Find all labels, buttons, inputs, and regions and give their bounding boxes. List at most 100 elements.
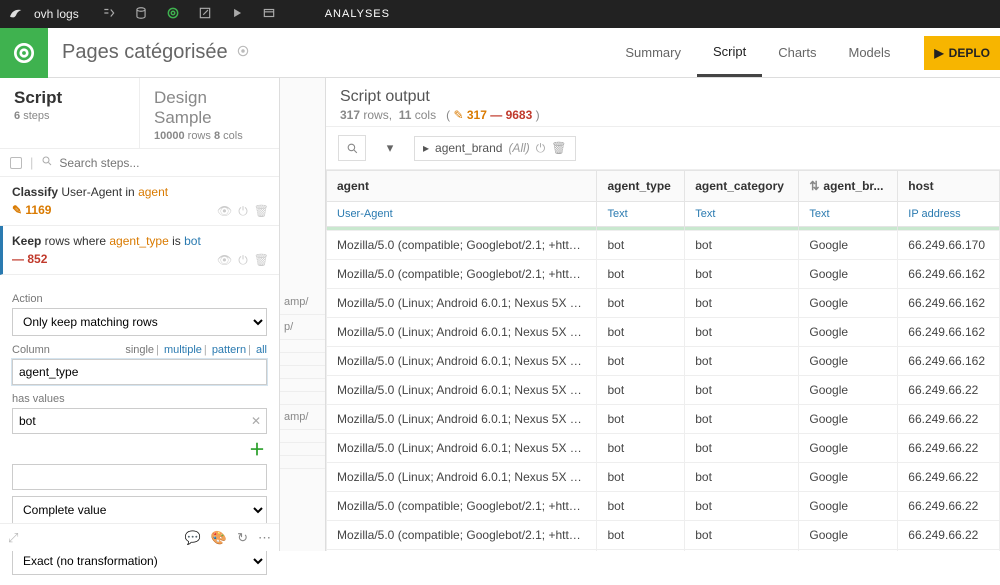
grid-search-button[interactable] — [338, 135, 366, 161]
link-pattern[interactable]: pattern — [212, 344, 246, 356]
cell[interactable]: 66.249.66.162 — [898, 260, 1000, 289]
tab-charts[interactable]: Charts — [762, 28, 832, 77]
col-agent-type[interactable]: agent_type — [597, 171, 685, 202]
expand-icon[interactable]: ⤢ — [8, 530, 18, 546]
table-row[interactable]: Mozilla/5.0 (Linux; Android 6.0.1; Nexus… — [327, 405, 1000, 434]
cell[interactable]: bot — [685, 405, 799, 434]
cell[interactable]: Mozilla/5.0 (Linux; Android 6.0.1; Nexus… — [327, 289, 597, 318]
norm-select[interactable]: Exact (no transformation) — [12, 547, 267, 575]
col-host[interactable]: host — [898, 171, 1000, 202]
search-steps-input[interactable] — [59, 156, 269, 170]
table-row[interactable]: Mozilla/5.0 (Linux; Android 6.0.1; Nexus… — [327, 376, 1000, 405]
cell[interactable]: bot — [597, 376, 685, 405]
cell[interactable]: bot — [597, 231, 685, 260]
cell[interactable]: bot — [685, 434, 799, 463]
tab-models[interactable]: Models — [833, 28, 907, 77]
column-input[interactable] — [12, 359, 267, 385]
cell[interactable]: 66.249.66.162 — [898, 318, 1000, 347]
link-all[interactable]: all — [256, 344, 267, 356]
cell[interactable]: Google — [799, 521, 898, 550]
cell[interactable]: Mozilla/5.0 (Linux; Android 6.0.1; Nexus… — [327, 347, 597, 376]
cell[interactable]: bot — [685, 347, 799, 376]
step-classify[interactable]: Classify User-Agent in agent ✎ 1169 👁 ⏻ … — [0, 177, 279, 226]
cell[interactable]: Google — [799, 260, 898, 289]
flow-icon[interactable] — [99, 6, 119, 23]
cell[interactable]: 66.249.66.22 — [898, 463, 1000, 492]
table-row[interactable]: Mozilla/5.0 (compatible; Googlebot/2.1; … — [327, 260, 1000, 289]
cell[interactable]: Mozilla/5.0 (compatible; Googlebot/2.1; … — [327, 492, 597, 521]
cell[interactable]: Google — [799, 231, 898, 260]
project-name[interactable]: ovh logs — [34, 7, 79, 21]
cell[interactable]: Mozilla/5.0 (compatible; Googlebot/2.1; … — [327, 260, 597, 289]
cell[interactable]: 66.249.66.22 — [898, 405, 1000, 434]
cell[interactable]: bot — [685, 463, 799, 492]
cell[interactable]: 66.249.66.22 — [898, 492, 1000, 521]
refresh-icon[interactable]: ↻ — [237, 530, 248, 546]
cell[interactable]: Google — [799, 492, 898, 521]
trash-icon[interactable]: 🗑 — [254, 204, 269, 219]
col-agent[interactable]: agent — [327, 171, 597, 202]
run-icon[interactable] — [227, 6, 247, 23]
value-input-empty[interactable] — [12, 464, 267, 490]
cell[interactable]: Mozilla/5.0 (compatible; Googlebot/2.1; … — [327, 521, 597, 550]
cell[interactable]: bot — [685, 260, 799, 289]
cell[interactable]: 66.249.66.22 — [898, 376, 1000, 405]
table-row[interactable]: Mozilla/5.0 (compatible; Googlebot/2.1; … — [327, 492, 1000, 521]
cell[interactable]: 66.249.66.162 — [898, 289, 1000, 318]
title-target-icon[interactable] — [236, 44, 250, 61]
recipes-icon[interactable] — [163, 6, 183, 23]
add-value-button[interactable]: ＋ — [12, 436, 265, 460]
eye-icon[interactable]: 👁 — [217, 204, 232, 219]
cell[interactable]: Google — [799, 405, 898, 434]
deploy-button[interactable]: ▶ DEPLO — [924, 36, 1000, 70]
eye-icon[interactable]: 👁 — [217, 253, 232, 268]
cell[interactable]: Mozilla/5.0 (compatible; Googlebot/2.1; … — [327, 231, 597, 260]
more-icon[interactable]: ⋯ — [258, 530, 271, 546]
cell[interactable]: bot — [597, 347, 685, 376]
table-row[interactable]: Mozilla/5.0 (compatible; Googlebot/2.1; … — [327, 231, 1000, 260]
cell[interactable]: bot — [685, 289, 799, 318]
cell[interactable]: Mozilla/5.0 (Linux; Android 6.0.1; Nexus… — [327, 376, 597, 405]
filter-chip-agent-brand[interactable]: ▸ agent_brand (All) ⏻ 🗑 — [414, 136, 576, 161]
table-row[interactable]: Mozilla/5.0 (Linux; Android 6.0.1; Nexus… — [327, 318, 1000, 347]
cell[interactable]: Mozilla/5.0 (Linux; Android 6.0.1; Nexus… — [327, 405, 597, 434]
sample-heading[interactable]: Design Sample — [154, 88, 265, 128]
cell[interactable]: bot — [685, 492, 799, 521]
cell[interactable]: 66.249.66.162 — [898, 347, 1000, 376]
cell[interactable]: bot — [597, 434, 685, 463]
cell[interactable]: Google — [799, 289, 898, 318]
cell[interactable]: Google — [799, 376, 898, 405]
cell[interactable]: 66.249.66.22 — [898, 434, 1000, 463]
data-grid[interactable]: agent agent_type agent_category ⇅agent_b… — [326, 170, 1000, 551]
color-icon[interactable]: 🎨 — [211, 530, 227, 546]
table-row[interactable]: Mozilla/5.0 (Linux; Android 6.0.1; Nexus… — [327, 463, 1000, 492]
cell[interactable]: bot — [597, 492, 685, 521]
tab-script[interactable]: Script — [697, 28, 762, 77]
cell[interactable]: Mozilla/5.0 (Linux; Android 6.0.1; Nexus… — [327, 463, 597, 492]
cell[interactable]: bot — [685, 231, 799, 260]
comment-icon[interactable]: 💬 — [185, 530, 201, 546]
table-row[interactable]: Mozilla/5.0 (compatible; Googlebot/2.1; … — [327, 521, 1000, 550]
cell[interactable]: 66.249.66.22 — [898, 521, 1000, 550]
cell[interactable]: bot — [597, 260, 685, 289]
cell[interactable]: bot — [685, 521, 799, 550]
cell[interactable]: bot — [597, 405, 685, 434]
cell[interactable]: bot — [685, 318, 799, 347]
power-icon[interactable]: ⏻ — [238, 253, 248, 268]
col-agent-category[interactable]: agent_category — [685, 171, 799, 202]
chip-trash-icon[interactable]: 🗑 — [551, 141, 566, 155]
table-row[interactable]: Mozilla/5.0 (Linux; Android 6.0.1; Nexus… — [327, 347, 1000, 376]
cell[interactable]: Google — [799, 347, 898, 376]
cell[interactable]: Google — [799, 434, 898, 463]
power-icon[interactable]: ⏻ — [238, 204, 248, 219]
value-input[interactable] — [12, 408, 267, 434]
tab-summary[interactable]: Summary — [609, 28, 697, 77]
datasets-icon[interactable] — [131, 6, 151, 23]
cell[interactable]: Mozilla/5.0 (Linux; Android 6.0.1; Nexus… — [327, 318, 597, 347]
cell[interactable]: bot — [597, 289, 685, 318]
chip-power-icon[interactable]: ⏻ — [536, 141, 546, 156]
table-row[interactable]: Mozilla/5.0 (Linux; Android 6.0.1; Nexus… — [327, 289, 1000, 318]
step-keep[interactable]: Keep rows where agent_type is bot — 852 … — [0, 226, 279, 275]
table-row[interactable]: Mozilla/5.0 (Linux; Android 6.0.1; Nexus… — [327, 434, 1000, 463]
trash-icon[interactable]: 🗑 — [254, 253, 269, 268]
